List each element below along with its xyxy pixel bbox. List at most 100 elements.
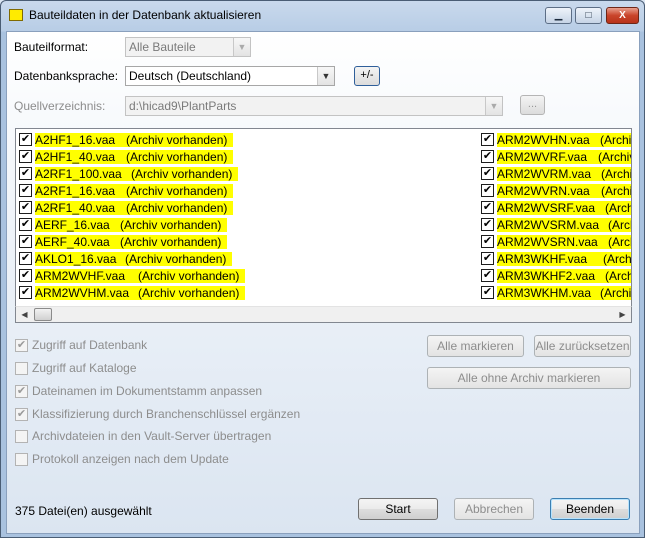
item-highlight: AERF_40.vaa (Archiv vorhanden) [35, 234, 228, 249]
item-checkbox[interactable]: ✔ [19, 269, 32, 282]
file-name: AKLO1_16.vaa [35, 251, 117, 266]
item-checkbox[interactable]: ✔ [481, 150, 494, 163]
file-name: ARM2WVRM.vaa [497, 166, 592, 181]
option-checkbox[interactable]: ✔ Klassifizierung durch Branchenschlüssel… [15, 407, 300, 421]
unchecked-icon[interactable] [15, 429, 28, 443]
item-checkbox[interactable]: ✔ [19, 184, 32, 197]
abbrechen-button[interactable]: Abbrechen [454, 498, 534, 520]
item-highlight: ARM3WKHF2.vaa (Archi [497, 268, 631, 283]
item-checkbox[interactable]: ✔ [19, 167, 32, 180]
list-item[interactable]: ✔ARM3WKHF.vaa (Archiv [481, 250, 631, 267]
file-name: ARM3WKHM.vaa [497, 285, 592, 300]
bauteilformat-combo[interactable]: Alle Bauteile ▼ [125, 37, 251, 57]
item-checkbox[interactable]: ✔ [481, 201, 494, 214]
list-item[interactable]: ✔ARM2WVRM.vaa (Archiv [481, 165, 631, 182]
option-checkbox[interactable]: Zugriff auf Kataloge [15, 361, 137, 375]
item-checkbox[interactable]: ✔ [19, 286, 32, 299]
item-highlight: ARM3WKHM.vaa (Archiv [497, 285, 631, 300]
archive-status: (Archiv [600, 132, 631, 147]
list-item[interactable]: ✔ARM2WVRN.vaa (Archiv [481, 182, 631, 199]
item-checkbox[interactable]: ✔ [481, 286, 494, 299]
item-checkbox[interactable]: ✔ [481, 218, 494, 231]
chevron-down-icon: ▼ [317, 67, 334, 85]
chevron-down-icon: ▼ [233, 38, 250, 56]
file-list-left-column: ✔ A2HF1_16.vaa (Archiv vorhanden) ✔ A2HF1_40… [19, 131, 246, 301]
item-checkbox[interactable]: ✔ [481, 184, 494, 197]
scrollbar-thumb[interactable] [34, 308, 52, 321]
alle-ohne-archiv-button[interactable]: Alle ohne Archiv markieren [427, 367, 631, 389]
start-button[interactable]: Start [358, 498, 438, 520]
beenden-button[interactable]: Beenden [550, 498, 630, 520]
list-item[interactable]: ✔ AKLO1_16.vaa (Archiv vorhanden) [19, 250, 245, 267]
horizontal-scrollbar[interactable]: ◀ ▶ [15, 306, 632, 323]
archive-status: (Archiv [601, 166, 631, 181]
list-item[interactable]: ✔ A2RF1_40.vaa (Archiv vorhanden) [19, 199, 245, 216]
item-highlight: A2RF1_40.vaa (Archiv vorhanden) [35, 200, 234, 215]
list-item[interactable]: ✔ARM2WVRF.vaa (Archiv [481, 148, 631, 165]
archive-status: (Archiv [600, 285, 631, 300]
option-checkbox[interactable]: Protokoll anzeigen nach dem Update [15, 452, 229, 466]
item-checkbox[interactable]: ✔ [19, 218, 32, 231]
checked-icon[interactable]: ✔ [15, 338, 28, 352]
datenbanksprache-combo[interactable]: Deutsch (Deutschland) ▼ [125, 66, 335, 86]
option-checkbox[interactable]: ✔ Zugriff auf Datenbank [15, 338, 147, 352]
list-item[interactable]: ✔ARM2WVSRF.vaa (Archi [481, 199, 631, 216]
item-checkbox[interactable]: ✔ [19, 150, 32, 163]
item-checkbox[interactable]: ✔ [481, 167, 494, 180]
list-item[interactable]: ✔ AERF_40.vaa (Archiv vorhanden) [19, 233, 245, 250]
option-checkbox[interactable]: Archivdateien in den Vault-Server übertr… [15, 429, 271, 443]
checked-icon[interactable]: ✔ [15, 407, 28, 421]
window-title: Bauteildaten in der Datenbank aktualisie… [29, 8, 262, 22]
unchecked-icon[interactable] [15, 361, 28, 375]
item-highlight: AERF_16.vaa (Archiv vorhanden) [35, 217, 228, 232]
minimize-button[interactable]: ▁ [545, 7, 572, 24]
scroll-left-icon[interactable]: ◀ [16, 307, 33, 322]
list-item[interactable]: ✔ARM2WVHN.vaa (Archiv [481, 131, 631, 148]
item-checkbox[interactable]: ✔ [19, 133, 32, 146]
list-item[interactable]: ✔ ARM2WVHM.vaa (Archiv vorhanden) [19, 284, 246, 301]
bauteilformat-value: Alle Bauteile [129, 40, 196, 54]
item-highlight: ARM2WVHF.vaa (Archiv vorhanden) [35, 268, 246, 283]
item-checkbox[interactable]: ✔ [19, 252, 32, 265]
plus-minus-button[interactable]: +/- [354, 66, 380, 86]
archive-status: (Arch [608, 217, 631, 232]
file-name: ARM2WVSRN.vaa [497, 234, 598, 249]
list-item[interactable]: ✔ ARM2WVHF.vaa (Archiv vorhanden) [19, 267, 246, 284]
option-checkbox[interactable]: ✔ Dateinamen im Dokumentstamm anpassen [15, 384, 262, 398]
item-highlight: ARM2WVSRM.vaa (Arch [497, 217, 631, 232]
close-button[interactable]: X [606, 7, 639, 24]
title-bar[interactable]: Bauteildaten in der Datenbank aktualisie… [1, 1, 644, 31]
alle-markieren-button[interactable]: Alle markieren [427, 335, 524, 357]
alle-zuruecksetzen-button[interactable]: Alle zurücksetzen [534, 335, 631, 357]
unchecked-icon[interactable] [15, 452, 28, 466]
list-item[interactable]: ✔ A2HF1_16.vaa (Archiv vorhanden) [19, 131, 245, 148]
list-item[interactable]: ✔ARM2WVSRN.vaa (Arch [481, 233, 631, 250]
item-highlight: A2HF1_40.vaa (Archiv vorhanden) [35, 149, 234, 164]
item-checkbox[interactable]: ✔ [19, 201, 32, 214]
app-icon [9, 9, 23, 21]
list-item[interactable]: ✔ARM3WKHF2.vaa (Archi [481, 267, 631, 284]
scroll-right-icon[interactable]: ▶ [614, 307, 631, 322]
maximize-button[interactable]: □ [575, 7, 602, 24]
file-name: ARM3WKHF.vaa [497, 251, 588, 266]
item-checkbox[interactable]: ✔ [481, 269, 494, 282]
list-item[interactable]: ✔ A2RF1_16.vaa (Archiv vorhanden) [19, 182, 245, 199]
list-item[interactable]: ✔ARM3WKHM.vaa (Archiv [481, 284, 631, 301]
list-item[interactable]: ✔ AERF_16.vaa (Archiv vorhanden) [19, 216, 245, 233]
list-item[interactable]: ✔ A2RF1_100.vaa (Archiv vorhanden) [19, 165, 245, 182]
item-checkbox[interactable]: ✔ [19, 235, 32, 248]
item-checkbox[interactable]: ✔ [481, 235, 494, 248]
checked-icon[interactable]: ✔ [15, 384, 28, 398]
quellverzeichnis-combo[interactable]: d:\hicad9\PlantParts ▼ [125, 96, 503, 116]
file-list[interactable]: ✔ A2HF1_16.vaa (Archiv vorhanden) ✔ A2HF1_40… [15, 128, 632, 323]
dialog-window: Bauteildaten in der Datenbank aktualisie… [0, 0, 645, 538]
browse-button[interactable]: ... [520, 95, 545, 115]
item-checkbox[interactable]: ✔ [481, 252, 494, 265]
item-highlight: ARM3WKHF.vaa (Archiv [497, 251, 631, 266]
list-item[interactable]: ✔ARM2WVSRM.vaa (Arch [481, 216, 631, 233]
item-checkbox[interactable]: ✔ [481, 133, 494, 146]
archive-status: (Archiv vorhanden) [125, 251, 227, 266]
item-highlight: ARM2WVRM.vaa (Archiv [497, 166, 631, 181]
option-label: Protokoll anzeigen nach dem Update [32, 452, 229, 466]
list-item[interactable]: ✔ A2HF1_40.vaa (Archiv vorhanden) [19, 148, 245, 165]
